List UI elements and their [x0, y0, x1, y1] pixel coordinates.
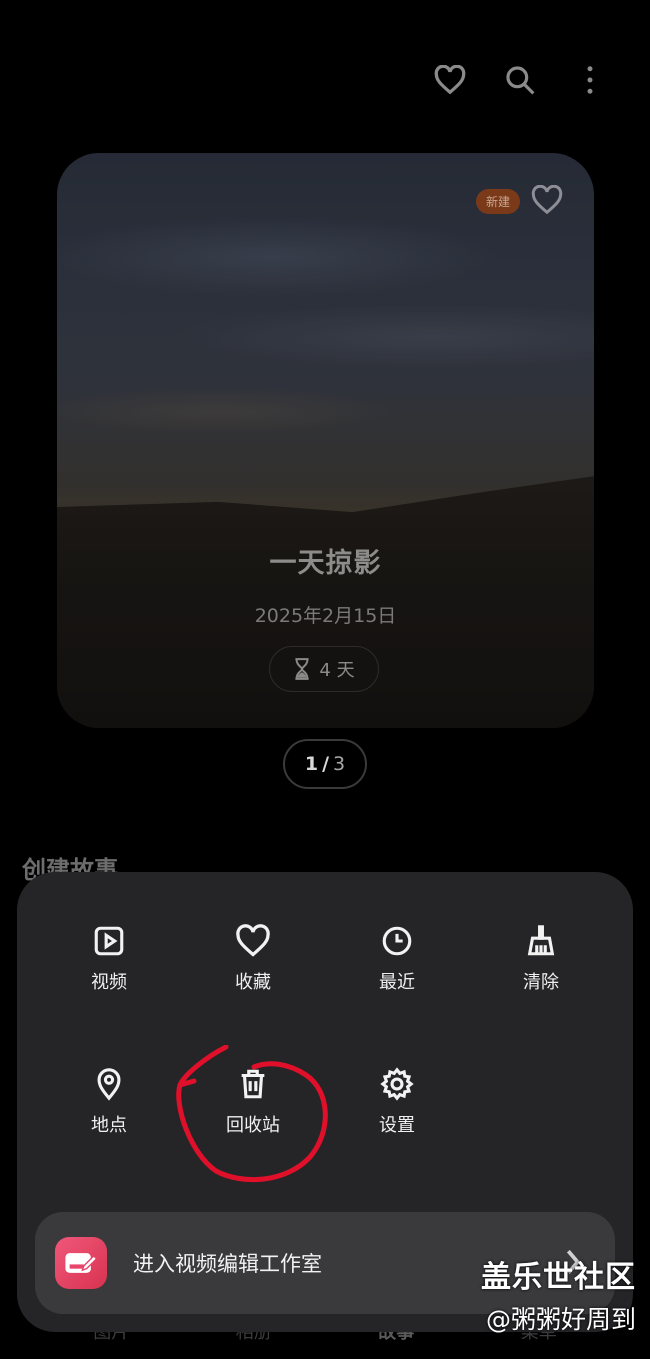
search-button[interactable] [500, 60, 540, 100]
menu-item-places[interactable]: 地点 [49, 1067, 169, 1137]
video-icon [94, 926, 124, 956]
story-date: 2025年2月15日 [254, 605, 397, 627]
menu-item-favorites[interactable]: 收藏 [193, 924, 313, 994]
more-options-button[interactable] [570, 60, 610, 100]
pager-separator: / [322, 753, 330, 775]
pager-total: 3 [333, 753, 346, 775]
story-pager[interactable]: 1 / 3 [283, 739, 367, 789]
menu-item-label: 视频 [91, 972, 127, 993]
story-card[interactable]: 新建 一天掠影 2025年2月15日 4 天 [57, 153, 594, 728]
video-edit-icon [65, 1253, 98, 1273]
clock-icon [382, 926, 412, 956]
red-circle-annotation [176, 1045, 328, 1183]
pager-current: 1 [304, 753, 319, 775]
menu-item-label: 清除 [523, 972, 559, 993]
gear-icon [380, 1067, 414, 1101]
new-badge: 新建 [475, 189, 520, 214]
more-vert-icon [587, 66, 593, 94]
video-studio-app-icon [55, 1237, 107, 1289]
duration-pill: 4 天 [269, 646, 379, 692]
top-toolbar [430, 60, 610, 100]
watermark-community: 盖乐世社区 [481, 1260, 636, 1295]
menu-item-label: 最近 [379, 972, 415, 993]
heart-icon [434, 65, 466, 95]
menu-item-recent[interactable]: 最近 [337, 924, 457, 994]
favorite-button[interactable] [430, 60, 470, 100]
broom-icon [527, 925, 555, 956]
watermark-author: @粥粥好周到 [485, 1305, 636, 1334]
heart-icon [236, 924, 270, 957]
duration-label: 4 天 [319, 660, 355, 681]
location-pin-icon [97, 1068, 121, 1101]
menu-item-clean[interactable]: 清除 [481, 924, 601, 994]
hourglass-icon [295, 658, 310, 680]
menu-item-video[interactable]: 视频 [49, 924, 169, 994]
story-favorite-button[interactable] [530, 184, 564, 219]
menu-item-label: 收藏 [235, 972, 271, 993]
menu-item-settings[interactable]: 设置 [337, 1067, 457, 1137]
watermark: 盖乐世社区 @粥粥好周到 [481, 1252, 636, 1336]
menu-item-label: 设置 [379, 1115, 415, 1136]
video-studio-label: 进入视频编辑工作室 [133, 1252, 322, 1276]
story-title: 一天掠影 [269, 548, 382, 579]
menu-item-label: 地点 [91, 1115, 127, 1136]
heart-icon [531, 184, 563, 215]
search-icon [506, 66, 535, 95]
